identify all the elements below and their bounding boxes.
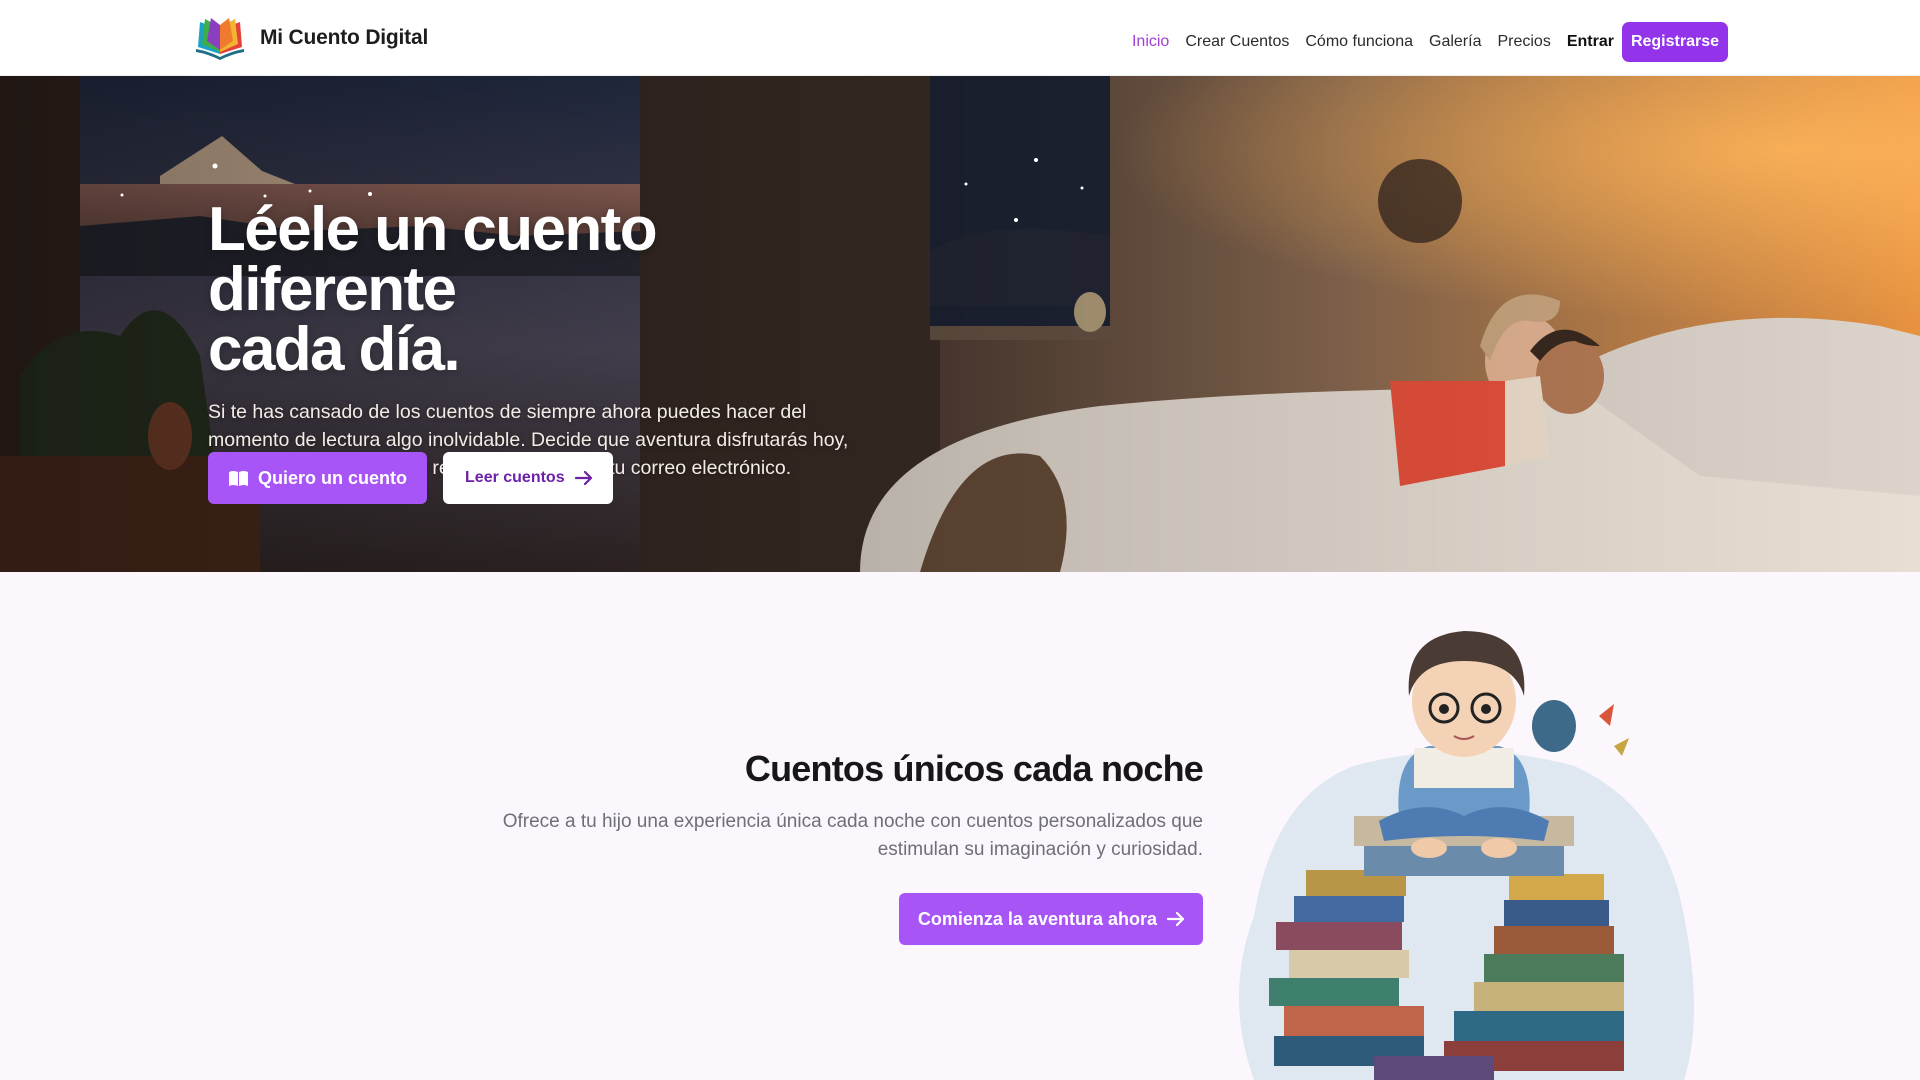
open-book-icon [196,18,244,60]
nav-inicio[interactable]: Inicio [1132,33,1169,51]
nav-precios[interactable]: Precios [1497,33,1550,51]
arrow-right-icon [574,470,592,486]
features-text: Cuentos únicos cada noche Ofrece a tu hi… [463,748,1204,864]
section-description: Ofrece a tu hijo una experiencia única c… [502,811,1203,860]
hero-content: Léele un cuento diferente cada día. Si t… [208,199,888,504]
quiero-un-cuento-button[interactable]: Quiero un cuento [208,452,428,504]
nav-entrar[interactable]: Entrar [1567,33,1614,51]
main-nav: Inicio Crear Cuentos Cómo funciona Galer… [1132,22,1728,62]
site-header: Mi Cuento Digital Inicio Crear Cuentos C… [0,0,1920,76]
features-section: Cuentos únicos cada noche Ofrece a tu hi… [0,572,1920,1080]
brand-name: Mi Cuento Digital [260,26,429,49]
nav-galeria[interactable]: Galería [1429,33,1481,51]
hero-title: Léele un cuento diferente cada día. [208,199,888,381]
book-icon [229,470,248,486]
leer-cuentos-button[interactable]: Leer cuentos [443,452,613,504]
boy-on-books-illustration [1239,631,1694,1080]
nav-crear-cuentos[interactable]: Crear Cuentos [1185,33,1289,51]
hero-title-line-2: cada día. [208,315,461,384]
hero-title-line-1: Léele un cuento diferente [208,195,658,324]
arrow-right-icon [1167,911,1185,927]
register-button[interactable]: Registrarse [1621,22,1728,62]
comienza-aventura-button[interactable]: Comienza la aventura ahora [898,893,1203,945]
section-title: Cuentos únicos cada noche [744,748,1204,789]
hero-section: Léele un cuento diferente cada día. Si t… [0,76,1920,572]
brand-link[interactable]: Mi Cuento Digital [194,16,428,60]
comienza-aventura-label: Comienza la aventura ahora [917,908,1157,929]
nav-como-funciona[interactable]: Cómo funciona [1305,33,1413,51]
leer-cuentos-label: Leer cuentos [465,469,565,486]
hero-buttons: Quiero un cuento Leer cuentos [208,452,613,504]
quiero-un-cuento-label: Quiero un cuento [258,467,408,488]
